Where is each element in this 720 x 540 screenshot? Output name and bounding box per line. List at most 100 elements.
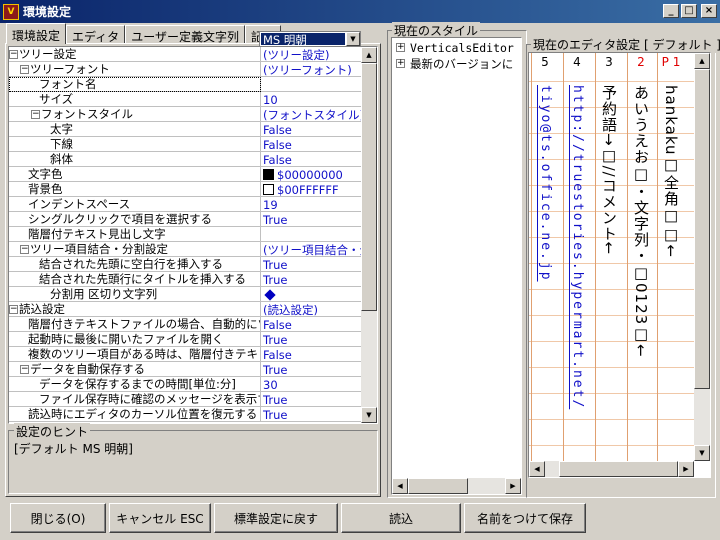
property-value[interactable]: $00FFFFFF [261, 182, 362, 197]
maximize-button[interactable]: □ [681, 4, 697, 18]
property-value[interactable] [261, 227, 362, 242]
property-value[interactable]: True [261, 272, 362, 287]
close-button[interactable]: 閉じる(O) [10, 503, 106, 533]
tree-item-label: VerticalsEditor [410, 40, 514, 55]
property-row[interactable]: 階層付きテキストファイルの場合、自動的にツ False [9, 317, 362, 332]
property-row[interactable]: データを保存するまでの時間[単位:分] 30 [9, 377, 362, 392]
load-button[interactable]: 読込 [341, 503, 461, 533]
property-row[interactable]: ファイル保存時に確認のメッセージを表示す True [9, 392, 362, 407]
property-value[interactable]: (読込設定) [261, 302, 362, 317]
expand-icon[interactable]: + [396, 59, 405, 68]
property-name-label: 下線 [50, 137, 73, 151]
property-row[interactable]: −データを自動保存する True [9, 362, 362, 377]
property-value[interactable] [261, 77, 362, 92]
tab-user-strings[interactable]: ユーザー定義文字列 [125, 25, 245, 44]
property-row[interactable]: 文字色 $00000000 [9, 167, 362, 182]
tree-item[interactable]: + 最新のバージョンに [396, 56, 513, 71]
editor-hscrollbar[interactable]: ◀ ▶ [529, 461, 694, 477]
window-title: 環境設定 [23, 5, 72, 19]
property-value[interactable]: (ツリー設定) [261, 47, 362, 62]
property-value[interactable]: True [261, 257, 362, 272]
property-row[interactable]: −ツリー項目結合・分割設定 (ツリー項目結合・分 [9, 242, 362, 257]
property-value[interactable]: 19 [261, 197, 362, 212]
editor-vscrollbar[interactable]: ▲ ▼ [694, 53, 710, 461]
property-row[interactable]: サイズ 10 [9, 92, 362, 107]
property-value[interactable]: False [261, 317, 362, 332]
scroll-right-button[interactable]: ▶ [505, 478, 521, 494]
font-name-value[interactable]: MS 明朝 [261, 33, 345, 47]
property-row[interactable]: −ツリー設定 (ツリー設定) [9, 47, 362, 62]
property-row[interactable]: −ツリーフォント (ツリーフォント) [9, 62, 362, 77]
property-row[interactable]: −フォントスタイル (フォントスタイル) [9, 107, 362, 122]
editor-link[interactable]: tiyo@ts.office.ne.jp [532, 85, 558, 282]
collapse-icon[interactable]: − [9, 305, 18, 314]
cancel-button[interactable]: キャンセル ESC [109, 503, 211, 533]
scroll-right-button[interactable]: ▶ [678, 461, 694, 477]
property-row[interactable]: 起動時に最後に開いたファイルを開く True [9, 332, 362, 347]
scroll-thumb[interactable] [559, 461, 678, 477]
collapse-icon[interactable]: − [20, 65, 29, 74]
property-value[interactable]: True [261, 332, 362, 347]
property-value[interactable]: True [261, 362, 362, 377]
style-tree-scrollbar[interactable]: ◀ ▶ [392, 478, 521, 494]
property-value[interactable]: True [261, 212, 362, 227]
tab-editor[interactable]: エディタ [66, 25, 126, 44]
property-value-text: True [263, 392, 288, 407]
scroll-left-button[interactable]: ◀ [529, 461, 545, 477]
chevron-down-icon[interactable]: ▼ [346, 32, 360, 46]
collapse-icon[interactable]: − [20, 245, 29, 254]
property-value[interactable]: (ツリーフォント) [261, 62, 362, 77]
scroll-left-button[interactable]: ◀ [392, 478, 408, 494]
tab-environment[interactable]: 環境設定 [6, 23, 67, 44]
property-row[interactable]: シングルクリックで項目を選択する True [9, 212, 362, 227]
property-value[interactable]: 30 [261, 377, 362, 392]
property-row[interactable]: 斜体 False [9, 152, 362, 167]
property-value[interactable]: True [261, 407, 362, 422]
scroll-up-button[interactable]: ▲ [694, 53, 710, 69]
property-row[interactable]: 分割用 区切り文字列 [9, 287, 362, 302]
collapse-icon[interactable]: − [31, 110, 40, 119]
property-row[interactable]: フォント名 [9, 77, 362, 92]
collapse-icon[interactable]: − [9, 50, 18, 59]
property-row[interactable]: −読込設定 (読込設定) [9, 302, 362, 317]
property-grid[interactable]: −ツリー設定 (ツリー設定) −ツリーフォント (ツリーフォント) フォント名 サイズ 10… [8, 46, 378, 424]
tree-item[interactable]: + VerticalsEditor [396, 40, 514, 55]
font-name-combobox[interactable]: MS 明朝 ▼ [259, 31, 361, 47]
editor-preview[interactable]: P 1 hankaku□全角□□← 2 あいうえお□・文字列・□0123□← 3… [528, 52, 711, 478]
property-row[interactable]: 太字 False [9, 122, 362, 137]
property-row[interactable]: 背景色 $00FFFFFF [9, 182, 362, 197]
property-value[interactable]: False [261, 137, 362, 152]
property-value[interactable]: False [261, 122, 362, 137]
property-value[interactable]: $00000000 [261, 167, 362, 182]
close-window-button[interactable]: × [701, 4, 717, 18]
property-value[interactable]: True [261, 392, 362, 407]
property-value[interactable]: (ツリー項目結合・分 [261, 242, 362, 257]
property-row[interactable]: 結合された先頭に空白行を挿入する True [9, 257, 362, 272]
property-grid-scrollbar[interactable]: ▲ ▼ [361, 47, 377, 423]
property-value[interactable]: False [261, 152, 362, 167]
property-value[interactable]: False [261, 347, 362, 362]
reset-defaults-button[interactable]: 標準設定に戻す [214, 503, 338, 533]
property-row[interactable]: 結合された先頭行にタイトルを挿入する True [9, 272, 362, 287]
property-value[interactable] [261, 287, 362, 302]
property-value[interactable]: 10 [261, 92, 362, 107]
property-value[interactable]: (フォントスタイル) [261, 107, 362, 122]
expand-icon[interactable]: + [396, 43, 405, 52]
property-row[interactable]: 複数のツリー項目がある時は、階層付きテキ False [9, 347, 362, 362]
scroll-thumb[interactable] [361, 63, 377, 311]
property-row[interactable]: インデントスペース 19 [9, 197, 362, 212]
scroll-thumb[interactable] [408, 478, 468, 494]
scroll-up-button[interactable]: ▲ [361, 47, 377, 63]
scroll-down-button[interactable]: ▼ [694, 445, 710, 461]
collapse-icon[interactable]: − [20, 365, 29, 374]
property-name: インデントスペース [9, 197, 261, 212]
minimize-button[interactable]: _ [663, 4, 679, 18]
property-row[interactable]: 下線 False [9, 137, 362, 152]
style-tree[interactable]: + VerticalsEditor + 最新のバージョンに ◀ ▶ [391, 37, 522, 495]
save-as-button[interactable]: 名前をつけて保存 [464, 503, 586, 533]
scroll-thumb[interactable] [694, 69, 710, 389]
property-row[interactable]: 読込時にエディタのカーソル位置を復元する True [9, 407, 362, 422]
property-row[interactable]: 階層付テキスト見出し文字 [9, 227, 362, 242]
scroll-down-button[interactable]: ▼ [361, 407, 377, 423]
editor-link[interactable]: http://truestories.hypermart.net/ [564, 85, 590, 409]
